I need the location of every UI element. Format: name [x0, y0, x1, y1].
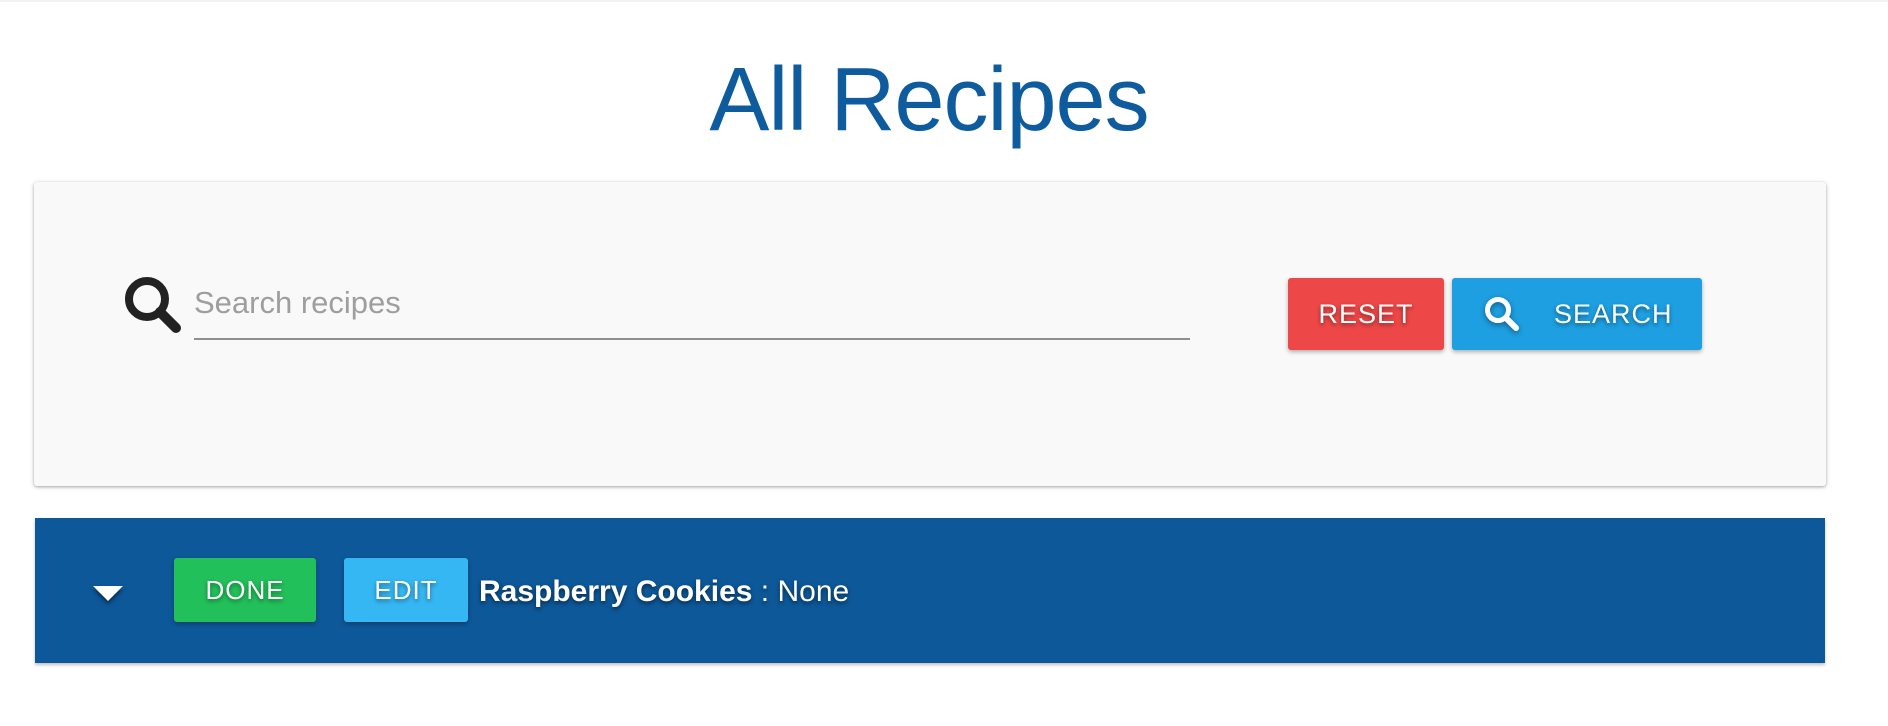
search-icon — [120, 272, 186, 338]
reset-button[interactable]: RESET — [1288, 278, 1444, 350]
caret-down-icon — [93, 585, 123, 601]
recipe-status: None — [777, 575, 850, 608]
search-panel: RESET SEARCH — [34, 182, 1826, 486]
recipe-separator: : — [752, 575, 778, 608]
edit-button[interactable]: EDIT — [344, 558, 468, 622]
search-button-label: SEARCH — [1554, 298, 1673, 329]
page-title: All Recipes — [709, 50, 1149, 150]
recipe-name: Raspberry Cookies — [479, 575, 753, 608]
search-input[interactable] — [194, 274, 1190, 340]
search-icon — [1482, 294, 1522, 334]
search-button[interactable]: SEARCH — [1452, 278, 1702, 350]
recipe-title: Raspberry Cookies : None — [479, 570, 849, 614]
expand-toggle[interactable] — [80, 573, 136, 613]
done-button[interactable]: DONE — [174, 558, 316, 622]
top-divider — [0, 0, 1888, 2]
recipe-row: DONE EDIT Raspberry Cookies : None — [35, 518, 1825, 663]
